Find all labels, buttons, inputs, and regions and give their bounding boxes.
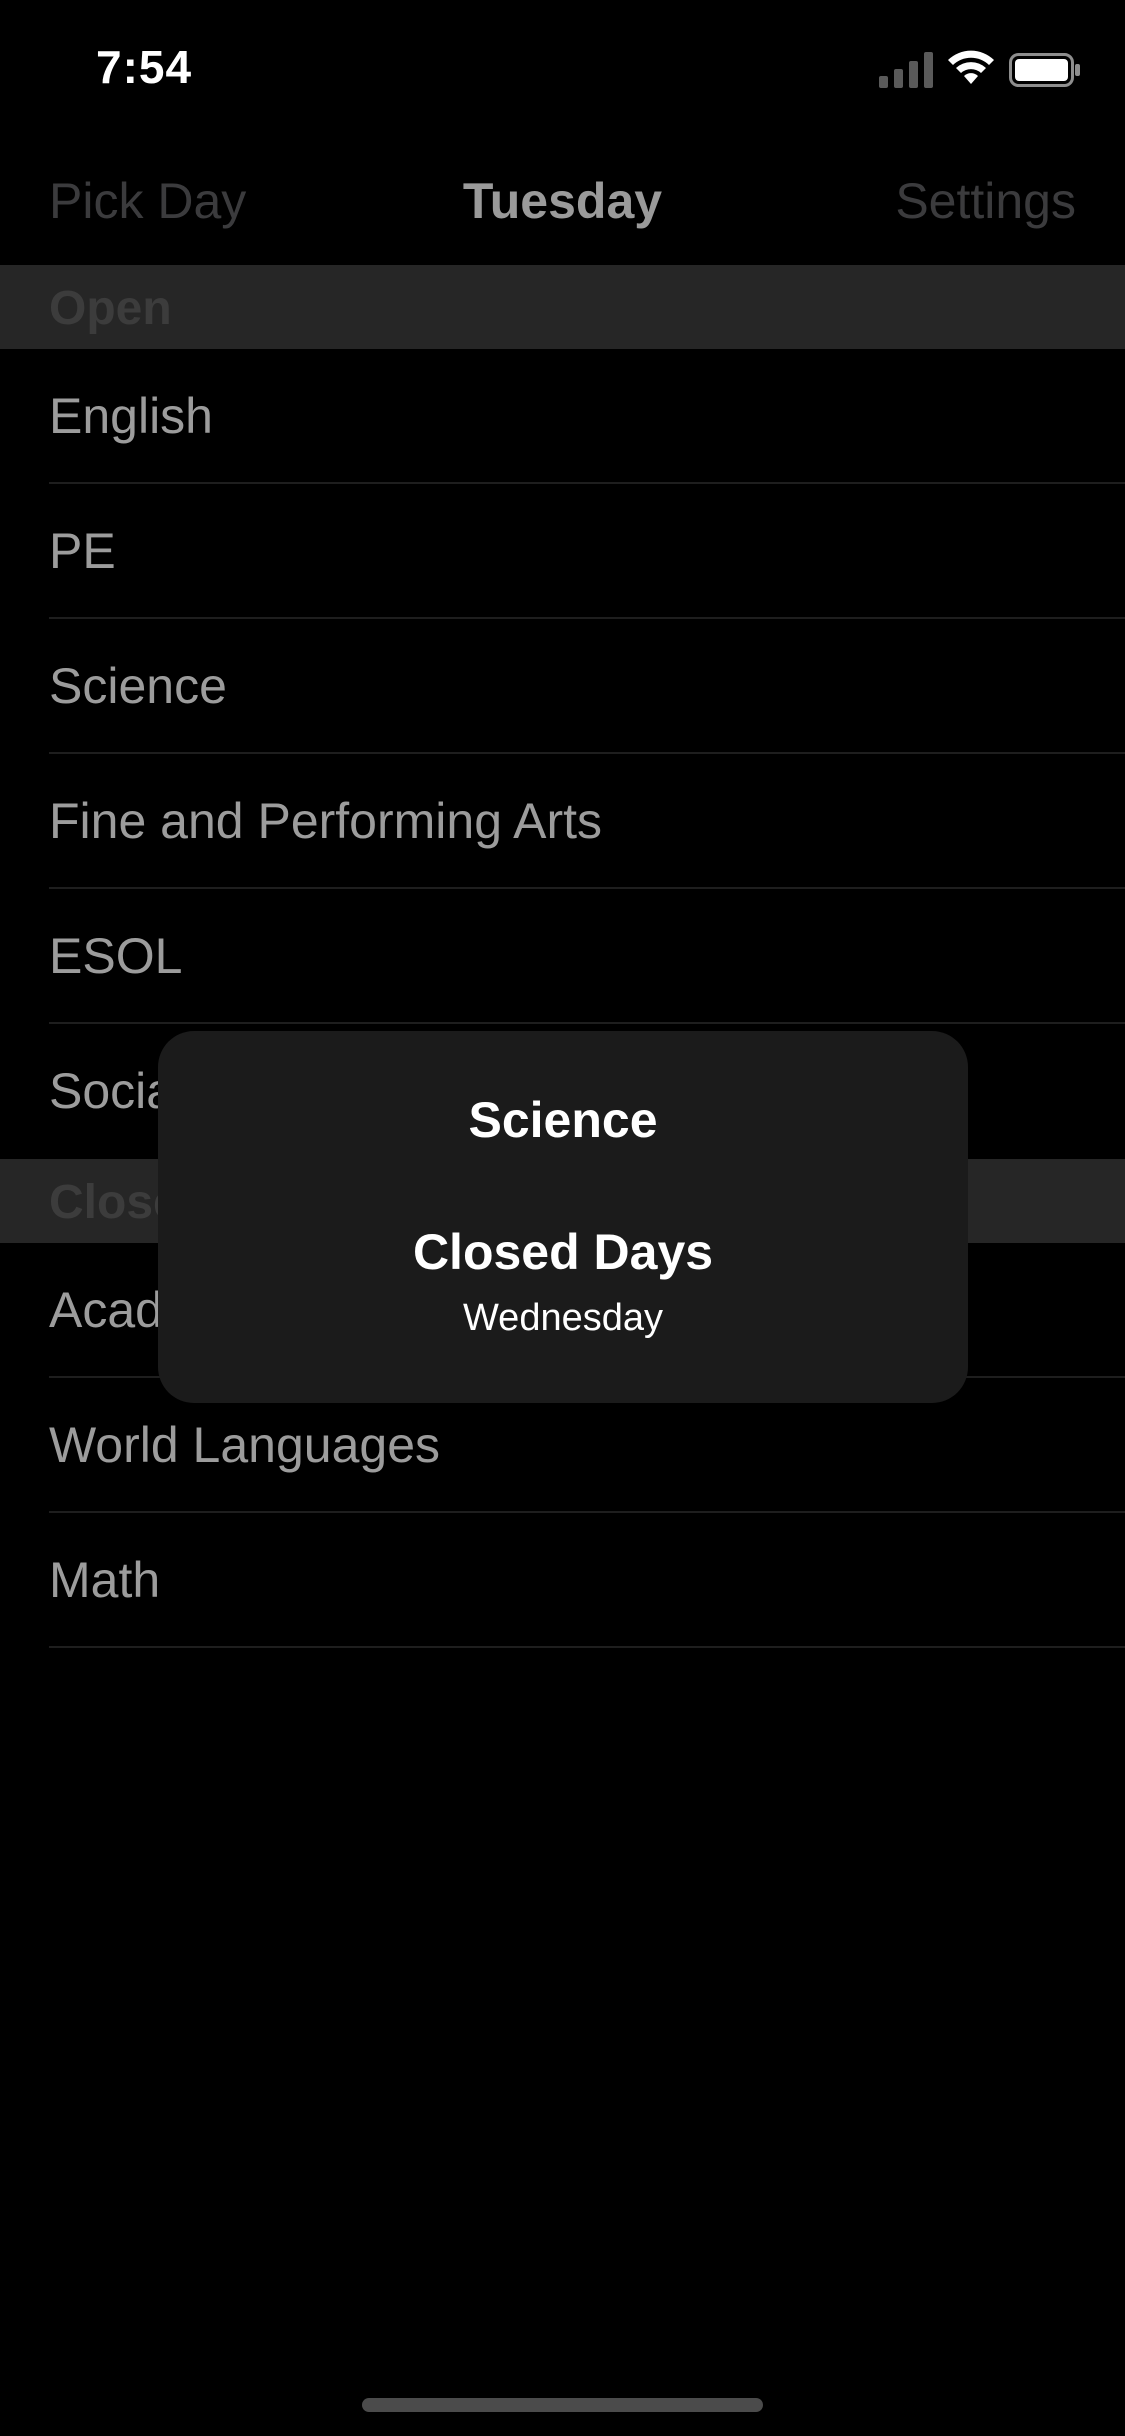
home-indicator[interactable] [362, 2398, 763, 2412]
signal-icon [879, 52, 933, 88]
wifi-icon [948, 50, 994, 84]
list-item-label: PE [49, 523, 116, 579]
list-item-label: World Languages [49, 1417, 441, 1473]
list-item[interactable]: Science [0, 619, 1125, 754]
list-item[interactable]: English [0, 349, 1125, 484]
status-time: 7:54 [96, 41, 193, 93]
section-header-open: Open [0, 265, 1125, 349]
list-item-label: ESOL [49, 928, 183, 984]
popup-title: Science [468, 1092, 658, 1148]
popup-value: Wednesday [463, 1297, 663, 1339]
list-item[interactable]: Math [0, 1513, 1125, 1648]
list-item-label: Fine and Performing Arts [49, 793, 603, 849]
nav-bar: Pick Day Tuesday Settings [0, 150, 1125, 265]
battery-icon [1009, 53, 1080, 87]
list-item[interactable]: Fine and Performing Arts [0, 754, 1125, 889]
popup-heading: Closed Days [412, 1224, 714, 1280]
list-item[interactable]: ESOL [0, 889, 1125, 1024]
list-item[interactable]: PE [0, 484, 1125, 619]
list-item-label: English [49, 388, 213, 444]
row-divider [49, 1646, 1125, 1648]
detail-popup[interactable]: Science Closed Days Wednesday [158, 1031, 968, 1403]
status-bar: 7:54 [0, 0, 1125, 132]
settings-button[interactable]: Settings [895, 172, 1076, 230]
list-item-label: Science [49, 658, 227, 714]
section-header-label: Open [49, 282, 172, 335]
list-item-label: Math [49, 1552, 161, 1608]
